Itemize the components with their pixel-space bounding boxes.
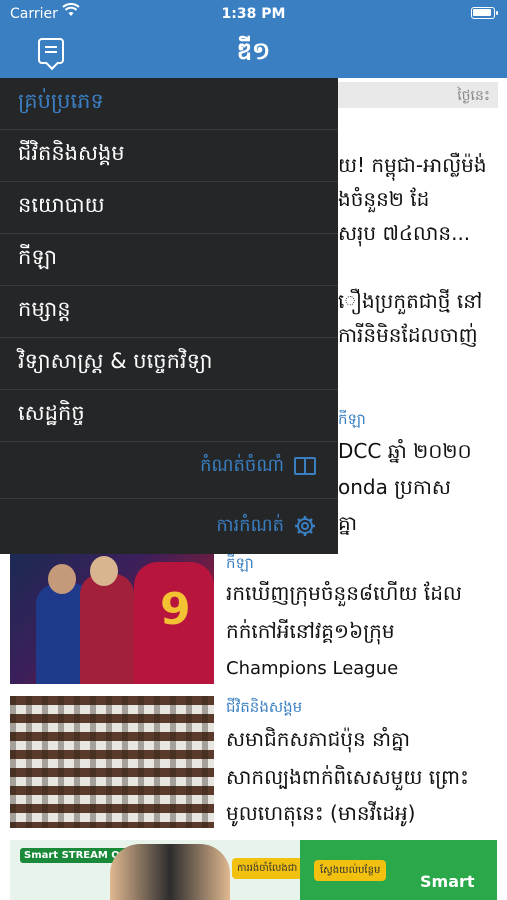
drawer-item-science-tech[interactable]: វិទ្យាសាស្ត្រ & បច្ចេកវិទ្យា [0, 338, 338, 390]
gear-icon [295, 516, 315, 536]
headline-line[interactable]: សរុប ៧៤លាន... [338, 216, 470, 250]
headline-line[interactable]: រកឃើញក្រុមចំនួន៨ហើយ ដែល [226, 576, 501, 610]
ad-image [110, 844, 230, 900]
settings-label: ការកំណត់ [216, 514, 284, 536]
headline-line[interactable]: សមាជិកសភាជប៉ុន នាំគ្នា [226, 722, 501, 756]
category-label: កីឡា [226, 554, 254, 572]
side-drawer: គ្រប់ប្រភេទ ជីវិតនិងសង្គម នយោបាយ កីឡា កម… [0, 78, 338, 554]
reader-icon [294, 457, 316, 475]
soccer-thumbnail[interactable]: 9 [10, 554, 214, 684]
font-setting-button[interactable]: កំណត់ចំណាំ [200, 446, 316, 486]
nav-bar: ឌី១ [0, 28, 507, 78]
headline-line[interactable]: ឿងប្រកួតជាថ្មី នៅ [338, 284, 482, 318]
font-setting-label: កំណត់ចំណាំ [200, 454, 284, 476]
drawer-item-economy[interactable]: សេដ្ឋកិច្ច [0, 390, 338, 442]
settings-button[interactable]: ការកំណត់ [216, 506, 316, 546]
ad-cta[interactable]: ស្វែងយល់បន្ថែម [314, 860, 387, 881]
battery-icon [471, 7, 498, 19]
category-label: កីឡា [338, 410, 366, 428]
headline-line[interactable]: គ្នា [338, 506, 357, 540]
headline-line[interactable]: កក់កៅអីនៅវគ្គ១៦ក្រុម [226, 614, 501, 648]
ad-brand-logo: Smart [420, 872, 475, 891]
clock: 1:38 PM [221, 6, 286, 22]
headline-line[interactable]: ការីនិមិនដែលចាញ់ [338, 318, 478, 352]
ad-banner[interactable]: Smart STREAM ON ការរង់ចាំលែងជា បញ្ហាទៀតហ… [10, 840, 497, 900]
headline-line[interactable]: DCC ឆ្នាំ ២០២០ [338, 434, 472, 468]
status-bar: Carrier 1:38 PM [0, 0, 507, 28]
drawer-item-life-society[interactable]: ជីវិតនិងសង្គម [0, 130, 338, 182]
drawer-item-sports[interactable]: កីឡា [0, 234, 338, 286]
headline-line[interactable]: Champions League [226, 652, 501, 686]
drawer-item-politics[interactable]: នយោបាយ [0, 182, 338, 234]
headline-line[interactable]: មូលហេតុនេះ (មានវីដេអូ) [226, 796, 501, 830]
headline-line[interactable]: សាកល្បងពាក់ពិសេសមួយ ព្រោះ [226, 760, 501, 794]
parliament-thumbnail[interactable] [10, 696, 214, 828]
category-label: ជីវិតនិងសង្គម [226, 698, 303, 716]
app-title: ឌី១ [236, 37, 271, 65]
date-label: ថ្ងៃនេះ [338, 82, 498, 108]
top-bar: Carrier 1:38 PM ឌី១ [0, 0, 507, 78]
drawer-item-all-categories[interactable]: គ្រប់ប្រភេទ [0, 78, 338, 130]
headline-line[interactable]: onda ប្រកាស [338, 470, 451, 504]
headline-line[interactable]: យ! កម្ពុជា-អាល្លឺម៉ង់ [338, 148, 487, 182]
headline-line[interactable]: ងចំនួន២ ដែ [338, 182, 429, 216]
drawer-item-entertainment[interactable]: កម្សាន្ត [0, 286, 338, 338]
drawer-divider [0, 498, 338, 499]
